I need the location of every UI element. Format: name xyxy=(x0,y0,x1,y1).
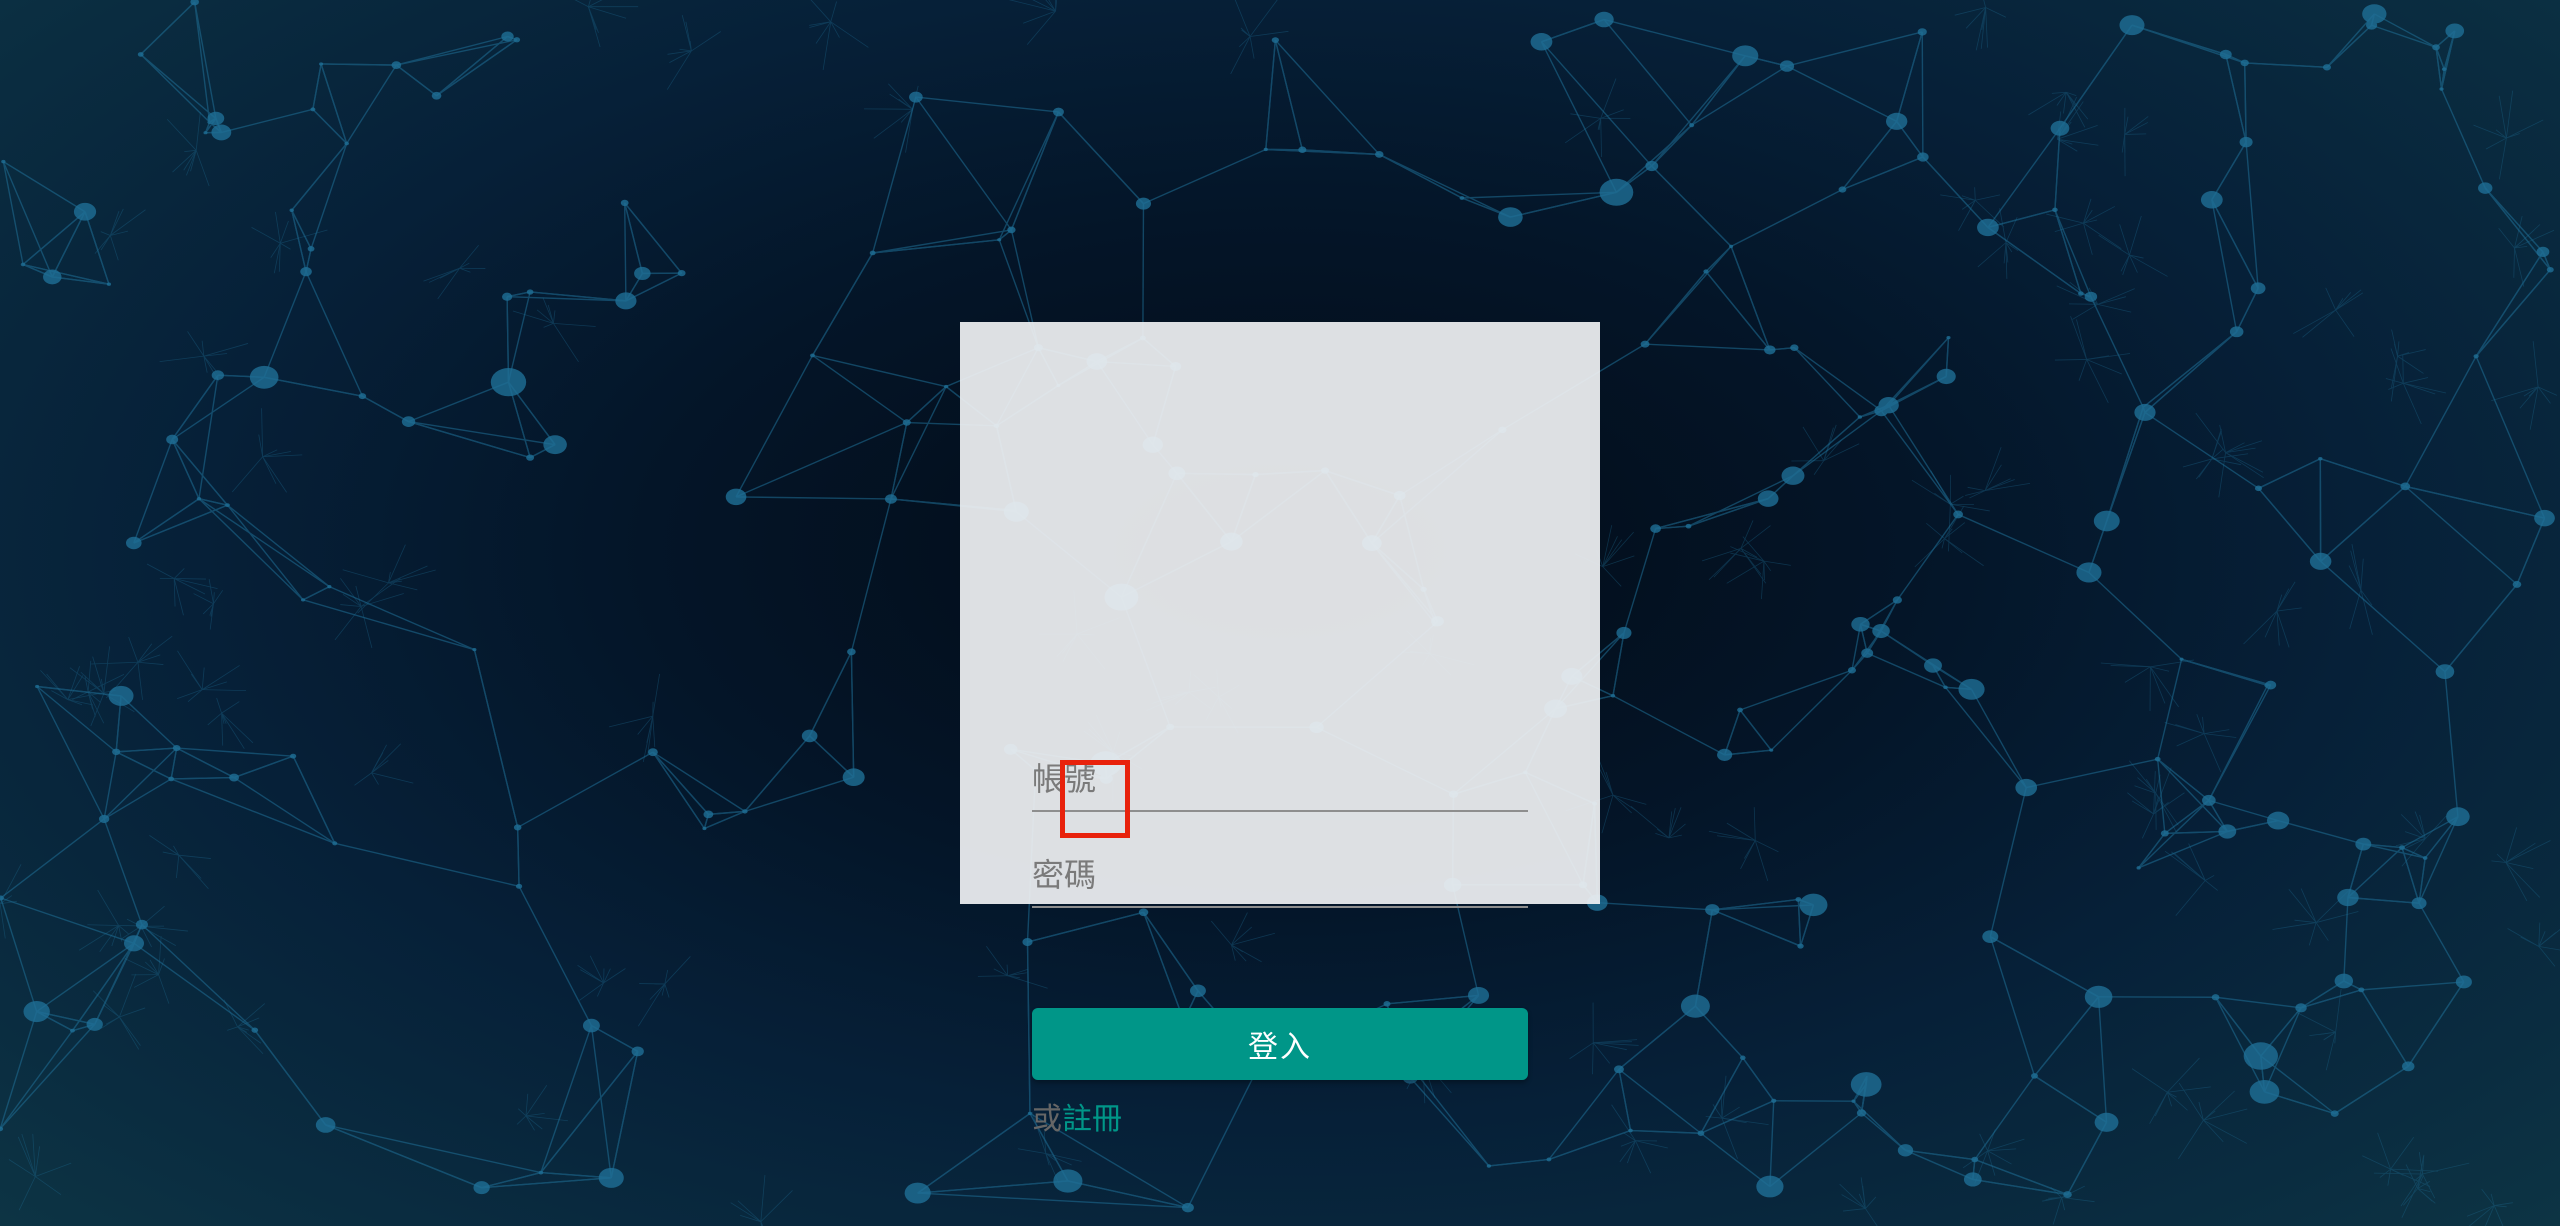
account-field[interactable] xyxy=(1032,740,1528,812)
password-field[interactable] xyxy=(1032,836,1528,908)
register-row: 或註冊 xyxy=(1032,1100,1122,1140)
password-input[interactable] xyxy=(1032,850,1528,900)
login-button[interactable]: 登入 xyxy=(1032,1008,1528,1080)
or-text: 或 xyxy=(1032,1102,1062,1137)
account-input[interactable] xyxy=(1032,754,1528,804)
login-card: 登入 或註冊 xyxy=(960,322,1600,1137)
register-link[interactable]: 註冊 xyxy=(1062,1102,1122,1137)
